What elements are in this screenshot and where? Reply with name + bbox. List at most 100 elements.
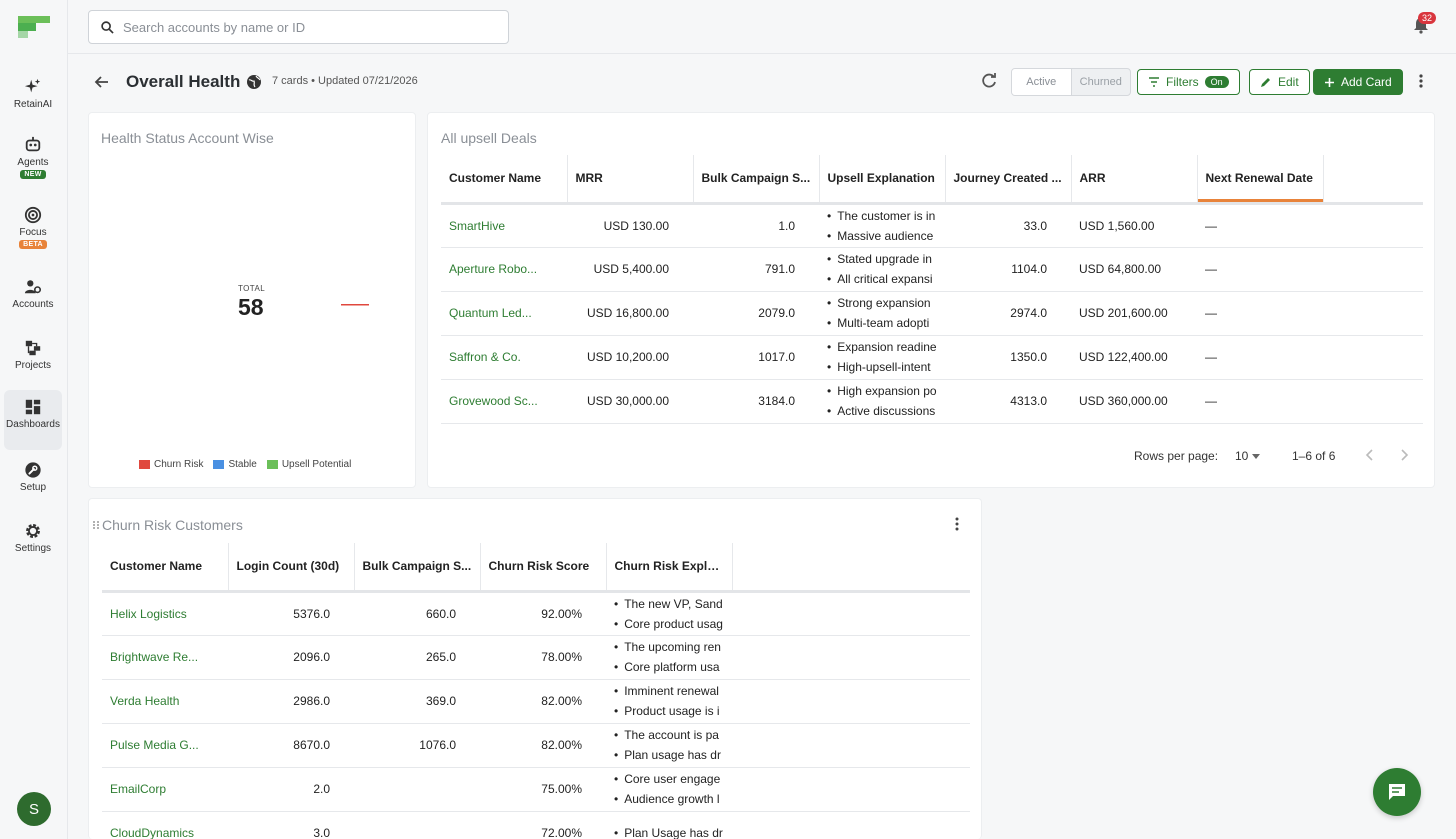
column-header[interactable]: Journey Created ... bbox=[945, 155, 1072, 203]
churn-explanation-cell: The new VP, SandCore product usag bbox=[606, 591, 732, 636]
table-row[interactable]: Grovewood Sc...USD 30,000.003184.0High e… bbox=[441, 379, 1423, 424]
table-row[interactable]: SmartHiveUSD 130.001.0The customer is in… bbox=[441, 203, 1423, 248]
column-header[interactable]: Customer Name bbox=[102, 543, 229, 591]
customer-name-link[interactable]: EmailCorp bbox=[102, 767, 228, 812]
column-header-sorted[interactable]: Next Renewal Date bbox=[1197, 155, 1324, 203]
churn-explanation-cell: Imminent renewalProduct usage is i bbox=[606, 679, 732, 724]
table-row[interactable]: Aperture Robo...USD 5,400.00791.0Stated … bbox=[441, 247, 1423, 292]
column-header[interactable]: MRR bbox=[567, 155, 694, 203]
explanation-item: Strong expansion bbox=[827, 293, 937, 313]
toggle-active[interactable]: Active bbox=[1012, 69, 1072, 95]
add-card-button[interactable]: Add Card bbox=[1313, 69, 1403, 95]
column-header[interactable]: Customer Name bbox=[441, 155, 568, 203]
sidebar-item-label: Dashboards bbox=[6, 419, 60, 430]
customer-name-link[interactable]: Aperture Robo... bbox=[441, 247, 567, 292]
churn-explanation-cell: Plan Usage has dr bbox=[606, 811, 732, 839]
customer-name-link[interactable]: Verda Health bbox=[102, 679, 228, 724]
sidebar-item-agents[interactable]: Agents NEW bbox=[4, 128, 62, 186]
explanation-item: All critical expansi bbox=[827, 269, 937, 289]
customer-name-link[interactable]: Pulse Media G... bbox=[102, 723, 228, 768]
churn-score-cell: 82.00% bbox=[480, 723, 606, 768]
filters-button[interactable]: Filters On bbox=[1137, 69, 1240, 95]
churn-explanation-cell: The upcoming renCore platform usa bbox=[606, 635, 732, 680]
legend-item[interactable]: Churn Risk bbox=[139, 459, 203, 470]
edit-button[interactable]: Edit bbox=[1249, 69, 1310, 95]
customer-name-link[interactable]: Brightwave Re... bbox=[102, 635, 228, 680]
churn-score-cell: 82.00% bbox=[480, 679, 606, 724]
column-header[interactable]: ARR bbox=[1071, 155, 1198, 203]
pencil-icon bbox=[1261, 78, 1270, 87]
table-row[interactable]: Helix Logistics5376.0660.092.00%The new … bbox=[102, 591, 970, 636]
upsell-explanation-cell: Expansion readineHigh-upsell-intent bbox=[819, 335, 945, 380]
column-header[interactable]: Churn Risk Score bbox=[480, 543, 607, 591]
legend-item[interactable]: Stable bbox=[213, 459, 257, 470]
avatar[interactable]: S bbox=[17, 792, 51, 826]
column-header[interactable]: Login Count (30d) bbox=[228, 543, 355, 591]
globe-icon[interactable] bbox=[246, 74, 262, 90]
table-row[interactable]: Verda Health2986.0369.082.00%Imminent re… bbox=[102, 679, 970, 724]
prev-page-icon[interactable] bbox=[1365, 449, 1375, 461]
sidebar-item-projects[interactable]: Projects bbox=[4, 331, 62, 389]
bulk-campaign-cell: 265.0 bbox=[354, 635, 480, 680]
chat-button[interactable] bbox=[1373, 768, 1421, 816]
churn-score-cell: 78.00% bbox=[480, 635, 606, 680]
refresh-icon[interactable] bbox=[980, 72, 998, 90]
sidebar-item-label: RetainAI bbox=[13, 99, 53, 110]
table-row[interactable]: Quantum Led...USD 16,800.002079.0Strong … bbox=[441, 291, 1423, 336]
customer-name-link[interactable]: SmartHive bbox=[441, 203, 567, 248]
bulk-campaign-cell: 1017.0 bbox=[693, 335, 819, 380]
explanation-item: Expansion readine bbox=[827, 337, 937, 357]
explanation-list: Imminent renewalProduct usage is i bbox=[614, 681, 724, 721]
more-vertical-icon[interactable] bbox=[951, 516, 963, 532]
bulk-campaign-cell: 2079.0 bbox=[693, 291, 819, 336]
status-toggle[interactable]: Active Churned bbox=[1011, 68, 1131, 96]
customer-name-link[interactable]: CloudDynamics bbox=[102, 811, 228, 839]
sidebar-item-retainai[interactable]: RetainAI bbox=[4, 70, 62, 128]
page-title: Overall Health bbox=[126, 72, 241, 91]
sidebar-item-setup[interactable]: Setup bbox=[4, 453, 62, 511]
table-row[interactable]: CloudDynamics3.0 72.00% Plan Usage has dr bbox=[102, 811, 970, 839]
table-row[interactable]: Pulse Media G...8670.01076.082.00%The ac… bbox=[102, 723, 970, 768]
legend-swatch-upsell bbox=[266, 460, 278, 469]
drag-handle-icon[interactable] bbox=[92, 520, 100, 530]
column-header[interactable]: Bulk Campaign S... bbox=[693, 155, 820, 203]
explanation-list: The account is paPlan usage has dr bbox=[614, 725, 724, 765]
sidebar-item-focus[interactable]: Focus BETA bbox=[4, 198, 62, 256]
pagination: Rows per page: 10 1–6 of 6 bbox=[441, 437, 1423, 477]
sidebar-item-settings[interactable]: Settings bbox=[4, 514, 62, 572]
explanation-list: The new VP, SandCore product usag bbox=[614, 594, 724, 634]
plus-icon bbox=[1325, 77, 1334, 87]
column-header[interactable]: Upsell Explanation bbox=[819, 155, 946, 203]
more-vertical-icon[interactable] bbox=[1414, 72, 1428, 90]
sidebar-item-accounts[interactable]: Accounts bbox=[4, 270, 62, 328]
churn-explanation-cell: Core user engageAudience growth l bbox=[606, 767, 732, 812]
next-page-icon[interactable] bbox=[1399, 449, 1409, 461]
rows-per-page-select[interactable]: 10 bbox=[1235, 449, 1260, 463]
search-input[interactable] bbox=[123, 19, 483, 35]
table-row[interactable]: Brightwave Re...2096.0265.078.00%The upc… bbox=[102, 635, 970, 680]
legend-item[interactable]: Upsell Potential bbox=[266, 459, 351, 470]
back-arrow-icon[interactable] bbox=[94, 74, 110, 90]
toggle-churned[interactable]: Churned bbox=[1072, 69, 1131, 95]
journey-cell: 4313.0 bbox=[945, 379, 1071, 424]
customer-name-link[interactable]: Saffron & Co. bbox=[441, 335, 567, 380]
explanation-item: Massive audience bbox=[827, 226, 937, 246]
search-box[interactable] bbox=[88, 10, 509, 44]
customer-name-link[interactable]: Helix Logistics bbox=[102, 591, 228, 636]
explanation-list: The upcoming renCore platform usa bbox=[614, 637, 724, 677]
column-header[interactable]: Bulk Campaign S... bbox=[354, 543, 481, 591]
accounts-icon bbox=[24, 280, 42, 294]
explanation-item: High-upsell-intent bbox=[827, 357, 937, 377]
journey-cell: 1104.0 bbox=[945, 247, 1071, 292]
customer-name-link[interactable]: Quantum Led... bbox=[441, 291, 567, 336]
column-header[interactable]: Churn Risk Expla... bbox=[606, 543, 733, 591]
empty-cell bbox=[732, 723, 970, 768]
table-row[interactable]: EmailCorp2.075.00%Core user engageAudien… bbox=[102, 767, 970, 812]
app-logo[interactable] bbox=[18, 16, 50, 38]
filters-state-pill: On bbox=[1204, 76, 1229, 88]
sidebar-item-dashboards[interactable]: Dashboards bbox=[4, 390, 62, 450]
customer-name-link[interactable]: Grovewood Sc... bbox=[441, 379, 567, 424]
sidebar-item-label: Accounts bbox=[12, 299, 54, 310]
card-title: All upsell Deals bbox=[441, 130, 537, 146]
table-row[interactable]: Saffron & Co.USD 10,200.001017.0Expansio… bbox=[441, 335, 1423, 380]
